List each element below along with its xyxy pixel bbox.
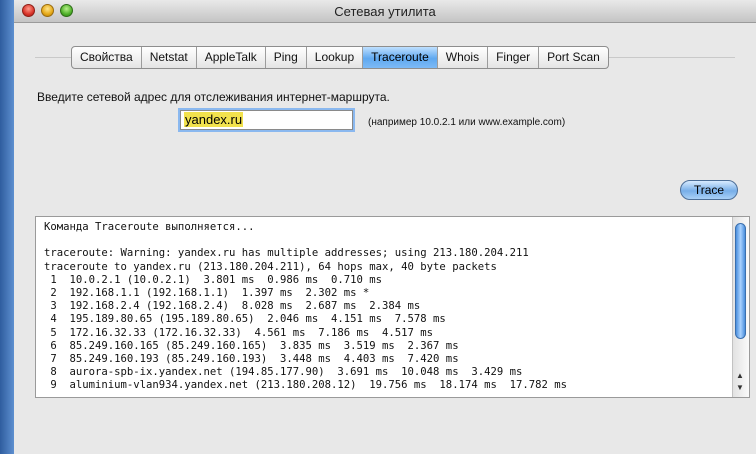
address-prompt: Введите сетевой адрес для отслеживания и… — [37, 90, 390, 104]
network-utility-window: Сетевая утилита Свойства Netstat AppleTa… — [14, 0, 756, 454]
output-line: 3 192.168.2.4 (192.168.2.4) 8.028 ms 2.6… — [44, 300, 421, 313]
output-text: Команда Traceroute выполняется... tracer… — [44, 221, 727, 393]
window-title: Сетевая утилита — [334, 4, 436, 19]
tab-bar: Свойства Netstat AppleTalk Ping Lookup T… — [71, 46, 609, 69]
tab-port-scan[interactable]: Port Scan — [539, 47, 608, 68]
tab-lookup[interactable]: Lookup — [307, 47, 364, 68]
desktop-background — [0, 0, 14, 454]
tab-properties[interactable]: Свойства — [72, 47, 142, 68]
scroll-down-arrow-icon[interactable]: ▼ — [736, 383, 744, 392]
output-line: 9 aluminium-vlan934.yandex.net (213.180.… — [44, 379, 567, 392]
output-line: traceroute to yandex.ru (213.180.204.211… — [44, 260, 497, 273]
traceroute-output[interactable]: Команда Traceroute выполняется... tracer… — [35, 216, 750, 398]
output-scrollbar[interactable]: ▲ ▼ — [732, 217, 749, 397]
output-line: 7 85.249.160.193 (85.249.160.193) 3.448 … — [44, 353, 459, 366]
output-line: 2 192.168.1.1 (192.168.1.1) 1.397 ms 2.3… — [44, 287, 370, 300]
output-line: Команда Traceroute выполняется... — [44, 221, 255, 233]
tab-whois[interactable]: Whois — [438, 47, 489, 68]
output-line: 1 10.0.2.1 (10.0.2.1) 3.801 ms 0.986 ms … — [44, 273, 383, 286]
address-input-value: yandex.ru — [184, 112, 244, 127]
tab-appletalk[interactable]: AppleTalk — [197, 47, 266, 68]
address-input[interactable]: yandex.ru — [180, 110, 353, 130]
trace-button[interactable]: Trace — [680, 180, 738, 200]
output-line: 5 172.16.32.33 (172.16.32.33) 4.561 ms 7… — [44, 326, 434, 339]
tab-ping[interactable]: Ping — [266, 47, 307, 68]
scroll-up-arrow-icon[interactable]: ▲ — [736, 371, 744, 380]
title-bar[interactable]: Сетевая утилита — [14, 0, 756, 23]
output-line: 6 85.249.160.165 (85.249.160.165) 3.835 … — [44, 339, 459, 352]
output-line: 8 aurora-spb-ix.yandex.net (194.85.177.9… — [44, 366, 523, 379]
address-example-hint: (например 10.0.2.1 или www.example.com) — [368, 117, 566, 128]
output-line: traceroute: Warning: yandex.ru has multi… — [44, 247, 529, 260]
output-line: 4 195.189.80.65 (195.189.80.65) 2.046 ms… — [44, 313, 446, 326]
scrollbar-thumb[interactable] — [735, 223, 746, 339]
tab-traceroute[interactable]: Traceroute — [363, 47, 438, 68]
tab-netstat[interactable]: Netstat — [142, 47, 197, 68]
tab-finger[interactable]: Finger — [488, 47, 540, 68]
